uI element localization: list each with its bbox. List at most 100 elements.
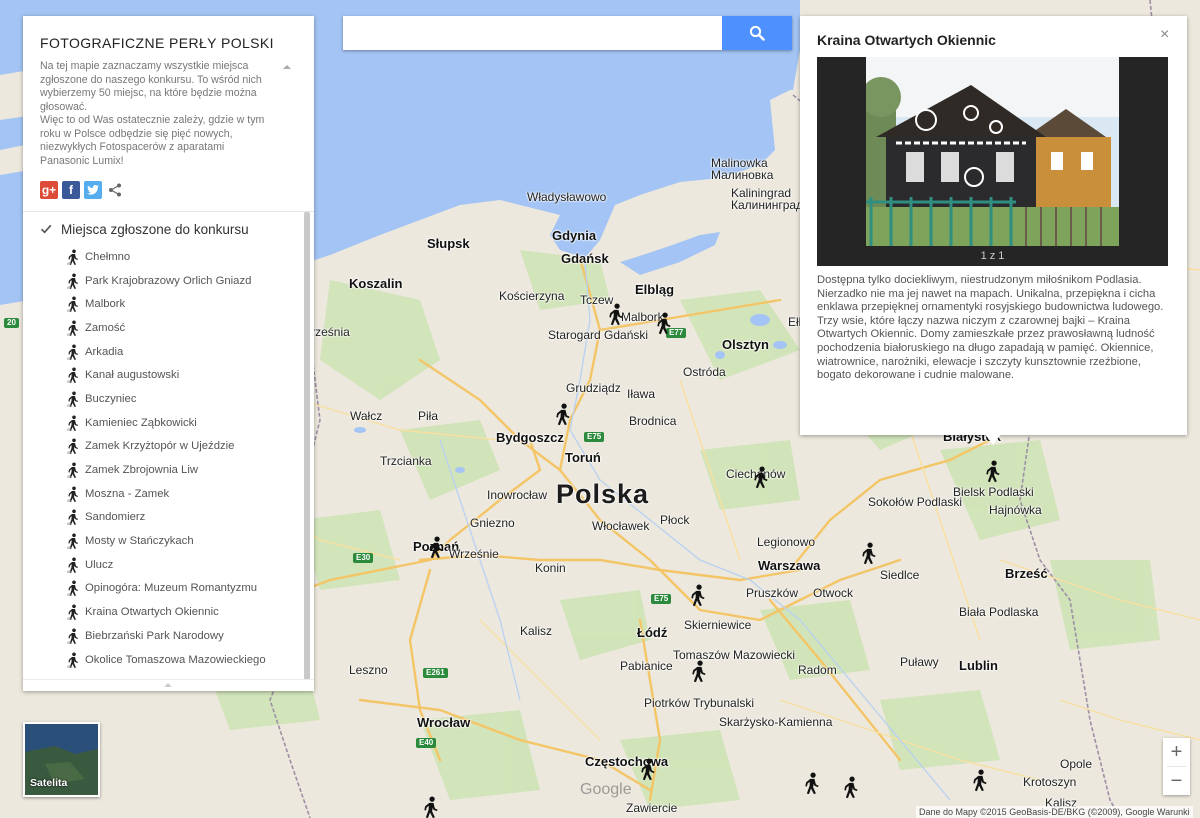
city-piotrkow: Piotrków Trybunalski — [644, 696, 755, 710]
place-name: Mosty w Stańczykach — [85, 535, 194, 548]
map-marker-hiker-icon[interactable] — [751, 465, 769, 489]
place-name: Kamieniec Ząbkowicki — [85, 416, 197, 429]
map-marker-hiker-icon[interactable] — [421, 795, 439, 818]
city-elblag: Elbląg — [635, 282, 675, 297]
list-item[interactable]: Kraina Otwartych Okiennic — [23, 600, 305, 624]
city-wloclawek: Włocławek — [592, 519, 650, 533]
hiker-icon — [66, 604, 79, 621]
list-item[interactable]: Kamieniec Ząbkowicki — [23, 411, 305, 435]
place-name: Moszna - Zamek — [85, 487, 170, 500]
collapse-panel-button[interactable] — [281, 62, 293, 72]
hiker-icon — [66, 580, 79, 597]
place-name: Kanał augustowski — [85, 369, 180, 382]
hiker-icon — [66, 533, 79, 550]
list-item[interactable]: Ulucz — [23, 553, 305, 577]
city-ilawa: Iława — [627, 387, 656, 401]
hiker-icon — [66, 486, 79, 502]
map-marker-hiker-icon[interactable] — [426, 535, 444, 559]
city-nowolukomli: Krotoszyn — [1023, 775, 1077, 789]
city-malinowka-ru: Малиновка — [711, 168, 774, 182]
panel-title: FOTOGRAFICZNE PERŁY POLSKI — [40, 35, 274, 51]
map-marker-hiker-icon[interactable] — [802, 771, 820, 795]
place-name: Kraina Otwartych Okiennic — [85, 606, 219, 619]
photo-viewer[interactable]: 1 z 1 — [817, 57, 1168, 266]
road-20: 20 — [4, 318, 19, 328]
checkbox-checked-icon[interactable] — [40, 223, 52, 235]
zoom-control: + − — [1163, 738, 1190, 795]
city-pila: Piła — [418, 409, 439, 423]
city-grudziadz: Grudziądz — [566, 381, 621, 395]
map-marker-hiker-icon[interactable] — [654, 311, 672, 335]
info-description: Dostępna tylko dociekliwym, niestrudzony… — [817, 274, 1164, 382]
terms-link[interactable]: Warunki — [1157, 807, 1190, 817]
list-item[interactable]: Arkadia — [23, 340, 305, 364]
map-marker-hiker-icon[interactable] — [841, 775, 859, 799]
city-brodnica: Brodnica — [629, 414, 677, 428]
city-olsztyn: Olsztyn — [722, 337, 769, 352]
hiker-icon — [66, 320, 79, 336]
panel-bottom-bar[interactable] — [23, 679, 314, 691]
list-item[interactable]: Park Krajobrazowy Orlich Gniazd — [23, 269, 305, 293]
list-item[interactable]: Chełmno — [23, 245, 305, 269]
caret-up-icon — [283, 65, 291, 69]
list-item[interactable]: Zamek Krzyżtopór w Ujeździe — [23, 435, 305, 459]
satellite-label: Satelita — [30, 777, 68, 789]
satellite-toggle[interactable]: Satelita — [23, 722, 100, 797]
city-inowroclaw: Inowrocław — [487, 488, 548, 502]
hiker-icon — [66, 509, 79, 526]
list-item[interactable]: Okolice Tomaszowa Mazowieckiego — [23, 648, 305, 672]
search-box — [343, 16, 792, 50]
zoom-in-button[interactable]: + — [1163, 738, 1190, 766]
facebook-icon[interactable]: f — [62, 181, 80, 199]
layer-header[interactable]: Miejsca zgłoszone do konkursu — [40, 220, 249, 238]
city-zawiercie: Zawiercie — [626, 801, 678, 815]
map-marker-hiker-icon[interactable] — [859, 541, 877, 565]
place-name: Ulucz — [85, 558, 114, 571]
hiker-icon — [66, 438, 79, 455]
list-item[interactable]: Mosty w Stańczykach — [23, 529, 305, 553]
city-sokolow: Sokołów Podlaski — [868, 495, 963, 509]
hiker-icon — [66, 273, 79, 289]
search-button[interactable] — [722, 16, 792, 50]
hiker-icon — [66, 391, 79, 407]
search-icon — [749, 25, 765, 41]
photo-counter: 1 z 1 — [980, 250, 1005, 262]
list-item[interactable]: Zamek Zbrojownia Liw — [23, 458, 305, 482]
place-name: Chełmno — [85, 250, 131, 263]
list-item[interactable]: Opinogóra: Muzeum Romantyzmu — [23, 577, 305, 601]
road-e30: E30 — [353, 553, 374, 563]
city-konin: Konin — [535, 561, 566, 575]
map-marker-hiker-icon[interactable] — [689, 659, 707, 683]
list-item[interactable]: Biebrzański Park Narodowy — [23, 624, 305, 648]
panel-description: Na tej mapie zaznaczamy wszystkie miejsc… — [40, 60, 265, 167]
map-marker-hiker-icon[interactable] — [688, 583, 706, 607]
road-e40: E40 — [416, 738, 437, 748]
map-marker-hiker-icon[interactable] — [553, 402, 571, 426]
close-icon[interactable]: × — [1160, 26, 1169, 44]
city-lublin: Lublin — [959, 658, 998, 673]
twitter-icon[interactable] — [84, 181, 102, 199]
map-marker-hiker-icon[interactable] — [983, 459, 1001, 483]
road-e75-2: E75 — [651, 594, 672, 604]
map-marker-hiker-icon[interactable] — [638, 757, 656, 781]
city-legionowo: Legionowo — [757, 535, 816, 549]
map-marker-hiker-icon[interactable] — [606, 302, 624, 326]
hiker-icon — [66, 296, 79, 313]
city-koscierzyna: Kościerzyna — [499, 289, 565, 303]
city-gdynia: Gdynia — [552, 228, 597, 243]
city-pulawy: Puławy — [900, 655, 939, 669]
list-item[interactable]: Zamość — [23, 316, 305, 340]
search-input[interactable] — [343, 16, 733, 48]
zoom-out-button[interactable]: − — [1163, 767, 1190, 795]
city-plock: Płock — [660, 513, 690, 527]
list-item[interactable]: Sandomierz — [23, 506, 305, 530]
list-item[interactable]: Malbork — [23, 292, 305, 316]
list-item[interactable]: Moszna - Zamek — [23, 482, 305, 506]
city-wrzesnia: Wrześnie — [449, 547, 499, 561]
share-icon[interactable] — [106, 181, 124, 199]
scrollbar[interactable] — [304, 212, 310, 682]
list-item[interactable]: Buczyniec — [23, 387, 305, 411]
list-item[interactable]: Kanał augustowski — [23, 363, 305, 387]
google-plus-icon[interactable]: g+ — [40, 181, 58, 199]
map-marker-hiker-icon[interactable] — [970, 768, 988, 792]
